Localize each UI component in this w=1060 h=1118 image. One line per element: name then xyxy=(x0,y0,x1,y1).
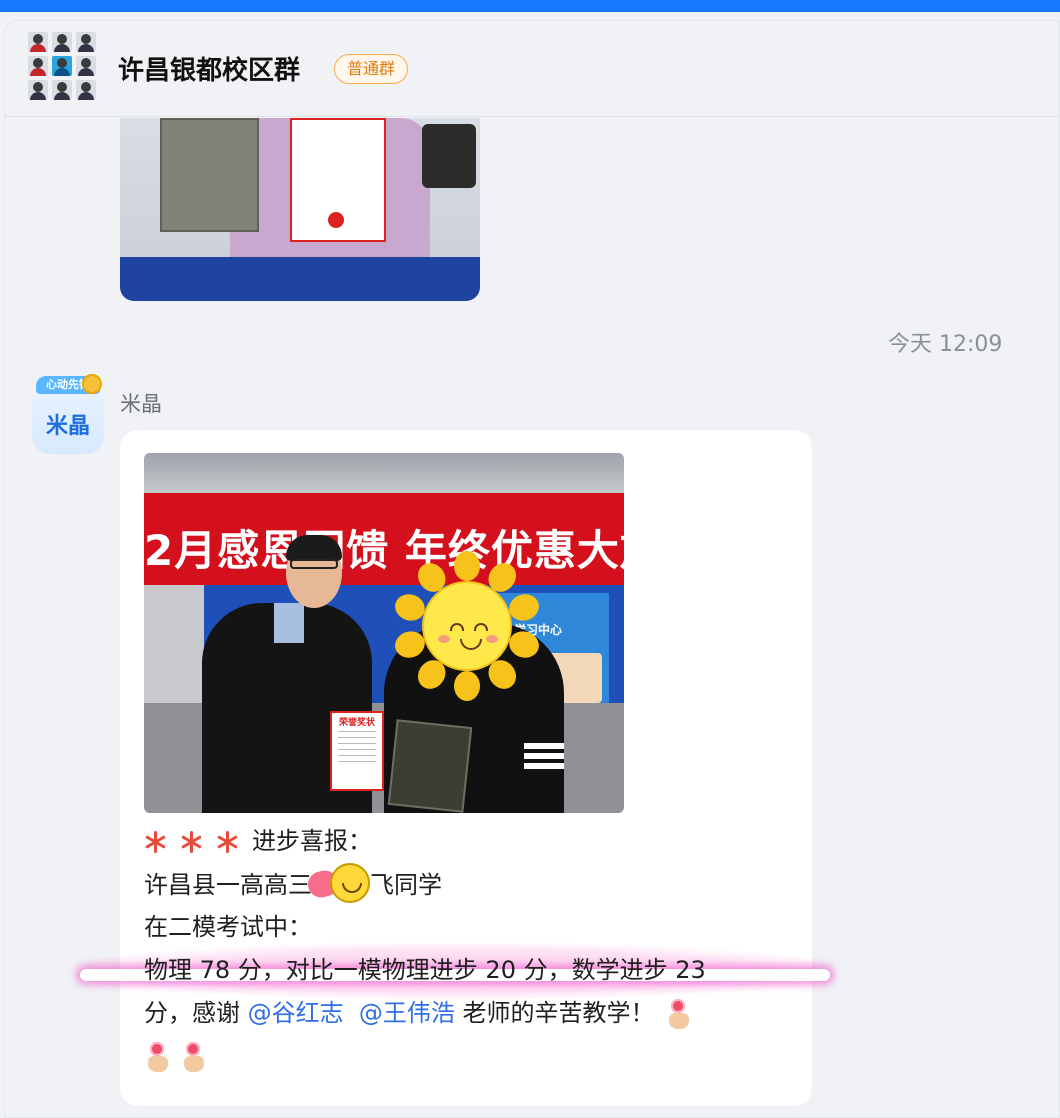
group-type-badge: 普通群 xyxy=(334,54,409,84)
text-line-5b: 老师的辛苦教学！ xyxy=(462,999,655,1027)
highlighted-line: 物理 78 分，对比一模物理进步 20 分，数学进步 23 xyxy=(74,943,834,999)
message-text: 进步喜报： 许昌县一高高三 飞同学 在二模考试中： 物理 78 分，对比一模物理进… xyxy=(74,820,834,1078)
message-image[interactable]: 2月感恩回馈 年终优惠大放送 学习中心 荣誉奖状 xyxy=(144,453,624,813)
avatar-text: 米晶 xyxy=(45,414,90,439)
certificate: 荣誉奖状 xyxy=(330,711,384,791)
text-line-5a: 分，感谢 xyxy=(144,999,240,1027)
chat-header: 许昌银都校区群 普通群 xyxy=(4,20,1060,117)
message-bubble[interactable]: 2月感恩回馈 年终优惠大放送 学习中心 荣誉奖状 xyxy=(74,430,834,1106)
previous-image-message[interactable] xyxy=(120,118,480,301)
smiley-icon xyxy=(330,863,370,903)
sparkle-flower-icon xyxy=(180,831,202,853)
medal-icon xyxy=(82,374,102,394)
sun-sticker-icon xyxy=(391,551,543,701)
hand-flower-icon xyxy=(180,1042,206,1072)
message-timestamp: 今天 12:09 xyxy=(888,332,1003,357)
text-line-3: 在二模考试中： xyxy=(144,913,312,941)
sender-name: 米晶 xyxy=(120,392,162,416)
hand-flower-icon xyxy=(665,999,691,1029)
mention-link[interactable]: @谷红志 xyxy=(248,999,344,1027)
mention-link[interactable]: @王伟浩 xyxy=(359,999,455,1027)
hand-flower-icon xyxy=(144,1042,170,1072)
group-avatar-icon[interactable] xyxy=(28,32,100,104)
text-line-4: 物理 78 分，对比一模物理进步 20 分，数学进步 23 xyxy=(144,956,706,984)
avatar[interactable]: 心动先锋 米晶 xyxy=(32,374,104,454)
top-accent-bar xyxy=(0,0,1060,12)
text-line-2a: 许昌县一高高三 xyxy=(144,871,312,899)
text-line-1: 进步喜报： xyxy=(252,827,372,855)
sparkle-flower-icon xyxy=(216,831,238,853)
text-line-2b: 飞同学 xyxy=(370,871,442,899)
sparkle-flower-icon xyxy=(144,831,166,853)
group-name[interactable]: 许昌银都校区群 xyxy=(118,50,300,87)
chat-panel: 许昌银都校区群 普通群 今天 12:09 心动先锋 米晶 米晶 2月感恩回馈 年… xyxy=(4,20,1060,1118)
photo-banner-text: 2月感恩回馈 年终优惠大放送 xyxy=(144,526,624,575)
